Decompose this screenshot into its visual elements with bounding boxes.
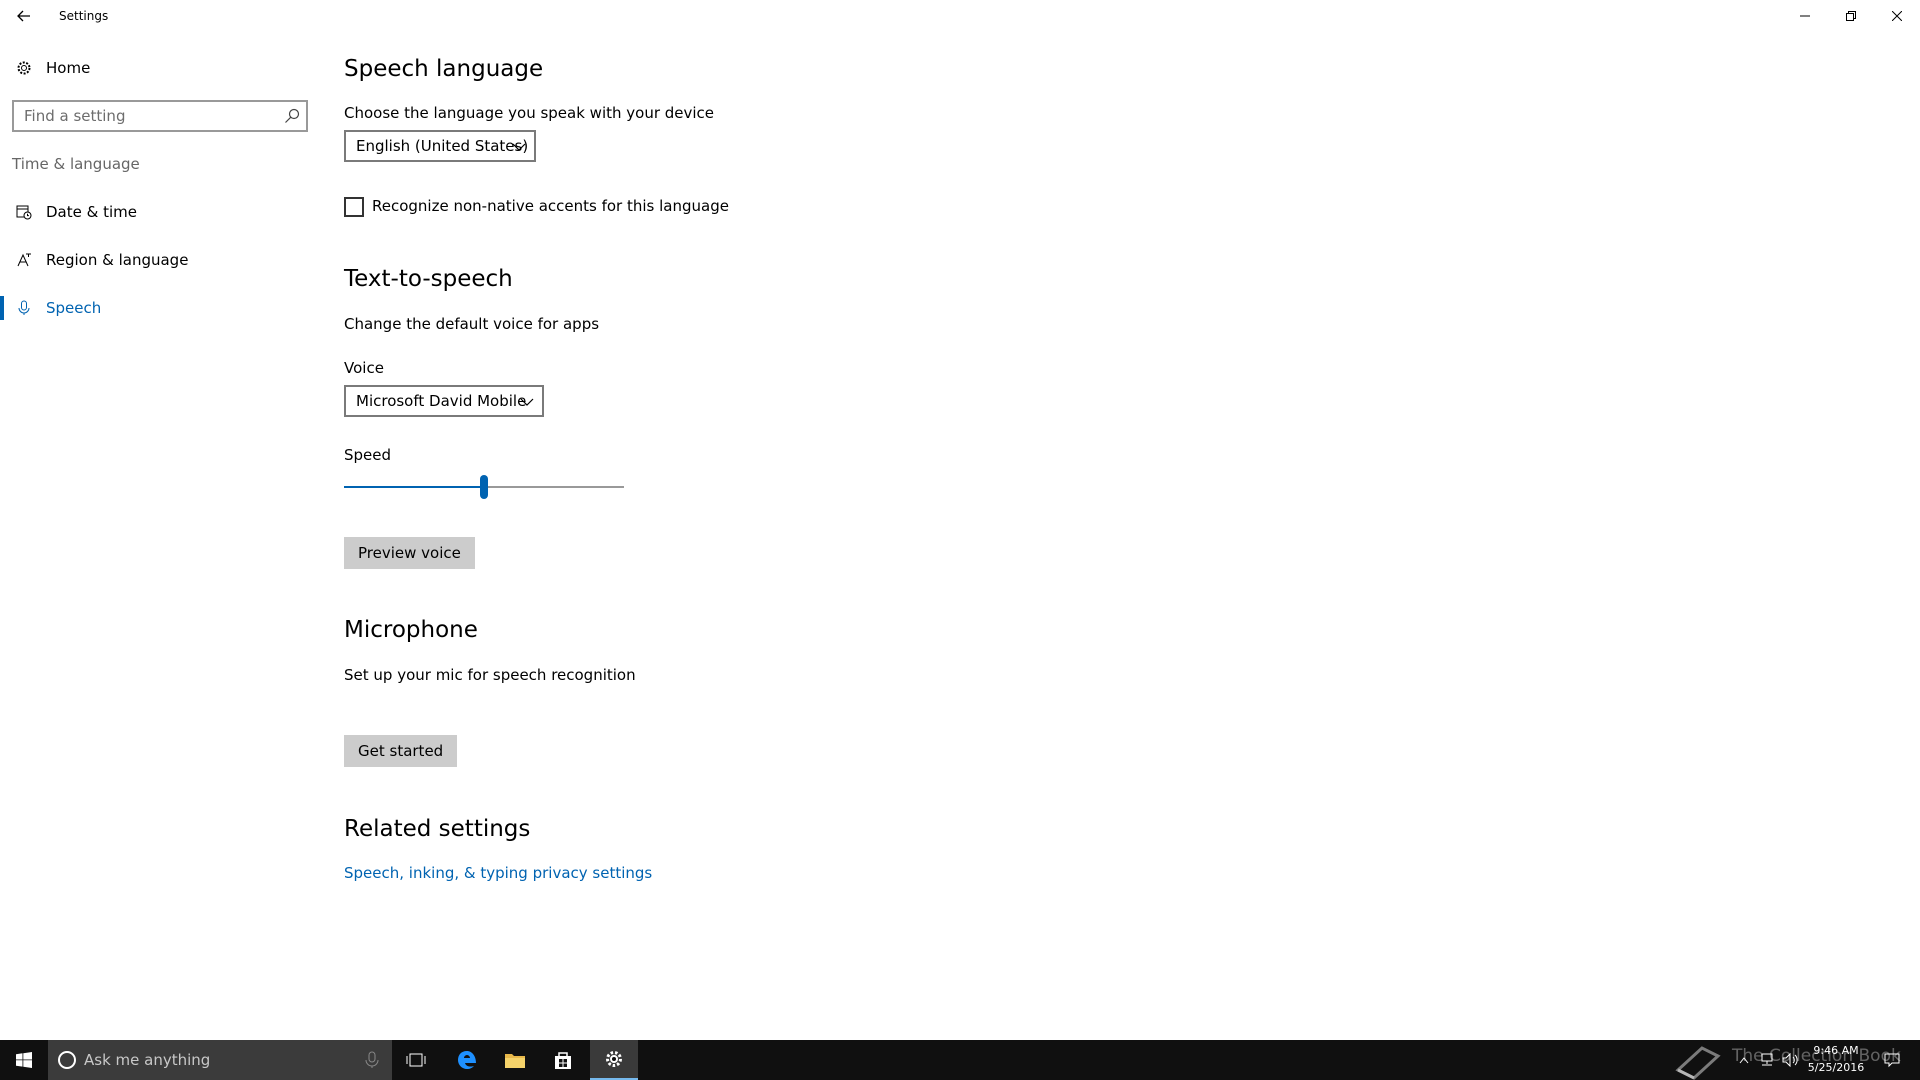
- sidebar-item-date-time[interactable]: Date & time: [0, 192, 320, 232]
- language-dropdown[interactable]: English (United States): [344, 130, 536, 162]
- accents-checkbox[interactable]: [344, 197, 364, 217]
- gear-icon: [15, 59, 33, 77]
- microphone-icon: [15, 299, 33, 317]
- minimize-button[interactable]: [1782, 0, 1828, 32]
- close-icon: [1892, 11, 1902, 21]
- sidebar-item-home[interactable]: Home: [0, 48, 320, 88]
- folder-icon: [505, 1054, 525, 1068]
- restore-icon: [1846, 11, 1856, 21]
- language-dropdown-value: English (United States): [356, 137, 529, 155]
- file-explorer-button[interactable]: [491, 1040, 539, 1080]
- windows-logo-icon: [16, 1052, 32, 1068]
- speed-label: Speed: [344, 446, 392, 464]
- search-box[interactable]: [12, 100, 308, 132]
- network-button[interactable]: [1756, 1040, 1778, 1080]
- speaker-icon: [1782, 1053, 1798, 1067]
- voice-label: Voice: [344, 359, 384, 377]
- search-icon[interactable]: [284, 108, 300, 124]
- cortana-placeholder: Ask me anything: [84, 1051, 211, 1069]
- edge-icon: [458, 1051, 476, 1069]
- group-label: Time & language: [12, 155, 140, 173]
- edge-button[interactable]: [443, 1040, 491, 1080]
- sidebar-item-label: Speech: [46, 299, 102, 317]
- microphone-heading: Microphone: [344, 617, 478, 643]
- sidebar-item-label: Home: [46, 59, 91, 77]
- clock-time: 9:46 AM: [1813, 1044, 1859, 1057]
- chevron-up-icon: [1739, 1057, 1749, 1064]
- clock-date: 5/25/2016: [1807, 1061, 1865, 1074]
- microphone-description: Set up your mic for speech recognition: [344, 666, 636, 684]
- minimize-icon: [1800, 15, 1810, 17]
- sidebar: Home Time & language Date & time Region …: [0, 32, 320, 1040]
- start-button[interactable]: [0, 1040, 48, 1080]
- volume-button[interactable]: [1780, 1040, 1802, 1080]
- voice-dropdown-value: Microsoft David Mobile: [356, 392, 527, 410]
- search-input[interactable]: [14, 102, 274, 130]
- app-title: Settings: [59, 9, 109, 23]
- get-started-button[interactable]: Get started: [344, 735, 458, 767]
- back-button[interactable]: [8, 0, 40, 32]
- sidebar-item-label: Region & language: [46, 251, 189, 269]
- cortana-search[interactable]: Ask me anything: [48, 1040, 392, 1080]
- accents-checkbox-label: Recognize non-native accents for this la…: [372, 197, 729, 215]
- region-language-icon: [15, 251, 33, 269]
- speech-language-description: Choose the language you speak with your …: [344, 104, 715, 122]
- task-view-button[interactable]: [392, 1040, 440, 1080]
- sidebar-item-region-language[interactable]: Region & language: [0, 240, 320, 280]
- calendar-clock-icon: [15, 203, 33, 221]
- slider-thumb[interactable]: [480, 475, 488, 499]
- selection-indicator: [0, 296, 4, 320]
- preview-voice-button[interactable]: Preview voice: [344, 537, 475, 569]
- store-icon: [555, 1052, 571, 1069]
- restore-button[interactable]: [1828, 0, 1874, 32]
- microphone-icon[interactable]: [364, 1051, 380, 1069]
- gear-icon: [606, 1051, 622, 1067]
- sidebar-item-label: Date & time: [46, 203, 137, 221]
- chevron-down-icon: [512, 143, 526, 151]
- clock[interactable]: 9:46 AM 5/25/2016: [1804, 1042, 1868, 1076]
- tts-description: Change the default voice for apps: [344, 315, 600, 333]
- related-settings-heading: Related settings: [344, 816, 531, 842]
- network-icon: [1761, 1053, 1773, 1066]
- back-arrow-icon: [17, 10, 30, 22]
- main-content: Speech language Choose the language you …: [344, 32, 1544, 1040]
- settings-taskbar-button[interactable]: [590, 1040, 638, 1080]
- speed-slider[interactable]: [344, 472, 624, 502]
- taskbar: Ask me anything The Collection Book 9:46…: [0, 1040, 1920, 1080]
- action-center-button[interactable]: [1876, 1040, 1908, 1080]
- tts-heading: Text-to-speech: [344, 266, 513, 292]
- slider-fill: [344, 486, 484, 488]
- close-button[interactable]: [1874, 0, 1920, 32]
- chevron-down-icon: [520, 398, 534, 406]
- store-button[interactable]: [539, 1040, 587, 1080]
- voice-dropdown[interactable]: Microsoft David Mobile: [344, 385, 544, 417]
- speech-language-heading: Speech language: [344, 56, 544, 82]
- cortana-icon: [58, 1051, 76, 1069]
- title-bar: Settings: [0, 0, 1920, 32]
- notification-icon: [1884, 1053, 1900, 1068]
- task-view-icon: [406, 1053, 426, 1067]
- show-hidden-icons-button[interactable]: [1734, 1040, 1754, 1080]
- book-logo-icon: [1675, 1046, 1721, 1080]
- sidebar-item-speech[interactable]: Speech: [0, 288, 320, 328]
- privacy-settings-link[interactable]: Speech, inking, & typing privacy setting…: [344, 864, 652, 882]
